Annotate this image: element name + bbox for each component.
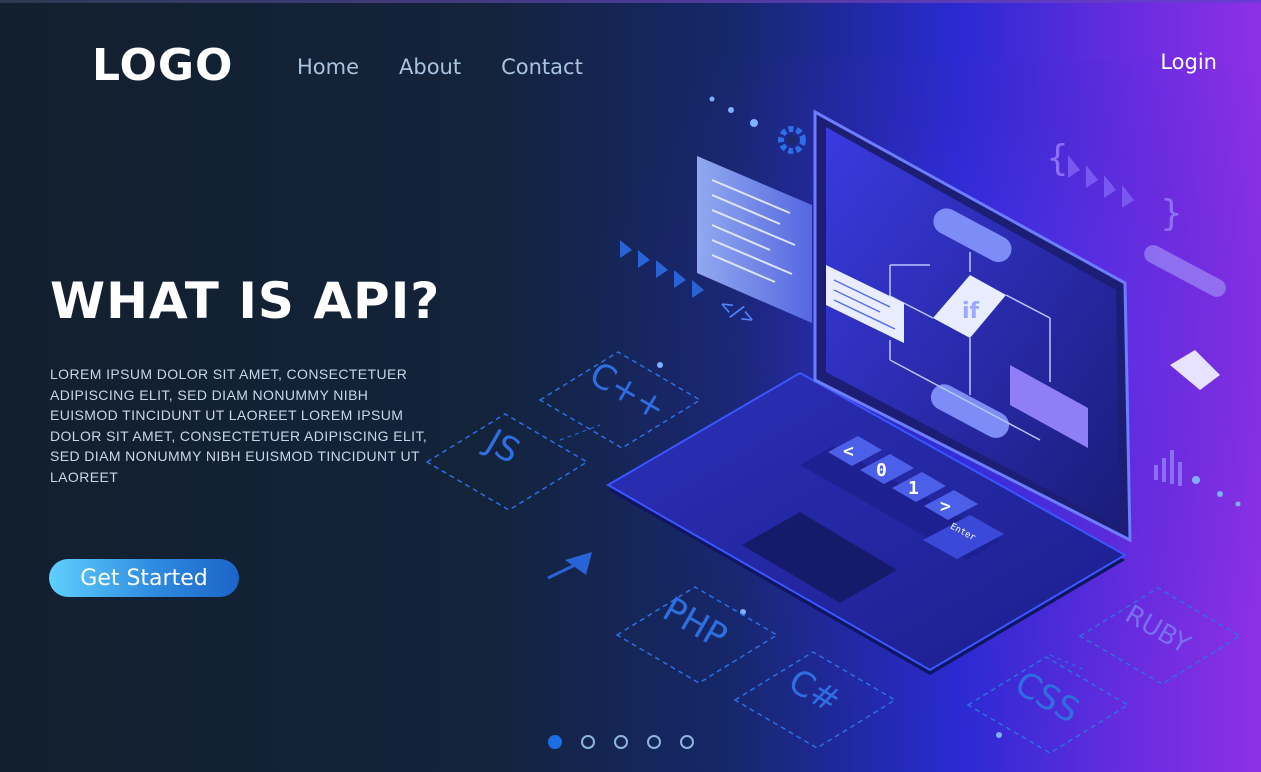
logo[interactable]: LOGO — [92, 40, 233, 91]
tag-css: CSS — [1008, 663, 1086, 731]
carousel-pagination — [548, 735, 694, 749]
bar-chart-icon — [1154, 450, 1182, 486]
carousel-dot-1[interactable] — [548, 735, 562, 749]
brace-open: { — [1046, 138, 1069, 179]
tag-js: JS — [477, 421, 526, 472]
tag-csharp: C# — [782, 661, 847, 722]
tag-ruby: RUBY — [1120, 600, 1195, 661]
get-started-button[interactable]: Get Started — [49, 559, 239, 597]
floating-pill — [1144, 245, 1226, 297]
floating-card — [1170, 350, 1220, 390]
carousel-dot-5[interactable] — [680, 735, 694, 749]
nav-about[interactable]: About — [399, 55, 461, 79]
flowchart-if-label: if — [962, 299, 980, 324]
main-nav: Home About Contact — [297, 55, 583, 79]
nav-home[interactable]: Home — [297, 55, 359, 79]
login-link[interactable]: Login — [1160, 50, 1217, 74]
tag-php: PHP — [656, 589, 734, 657]
arrow-triangles — [620, 240, 704, 298]
nav-contact[interactable]: Contact — [501, 55, 583, 79]
key-right: > — [940, 496, 951, 517]
key-one: 1 — [908, 478, 919, 499]
brace-triangles — [1068, 155, 1134, 208]
brace-close: } — [1160, 193, 1183, 234]
code-tag-symbol: </> — [716, 292, 759, 330]
gear-icon — [778, 126, 806, 154]
carousel-dot-3[interactable] — [614, 735, 628, 749]
upload-arrow-icon — [547, 552, 592, 580]
key-zero: 0 — [876, 460, 887, 481]
hero-description: LOREM IPSUM DOLOR SIT AMET, CONSECTETUER… — [50, 366, 428, 485]
hero-title: WHAT IS API? — [50, 272, 441, 330]
key-left: < — [843, 441, 854, 462]
carousel-dot-2[interactable] — [581, 735, 595, 749]
carousel-dot-4[interactable] — [647, 735, 661, 749]
